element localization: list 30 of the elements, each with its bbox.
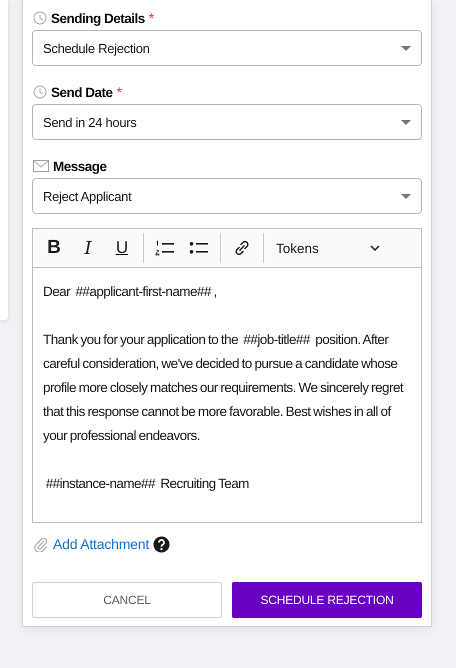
select-field[interactable]: Schedule Rejection bbox=[32, 30, 422, 66]
numbered-list-icon bbox=[155, 240, 175, 256]
required-mark: * bbox=[148, 10, 154, 26]
add-attachment-link[interactable]: Add Attachment bbox=[53, 536, 150, 552]
cancel-button[interactable]: CANCEL bbox=[32, 582, 222, 618]
message-paragraph: ##instance-name## Recruiting Team bbox=[44, 475, 250, 493]
chevron-icon bbox=[370, 245, 380, 251]
clock-icon bbox=[33, 11, 47, 25]
clock-icon bbox=[33, 85, 47, 99]
caret-icon bbox=[401, 194, 411, 198]
message-paragraph: Dear ##applicant-first-name## , bbox=[43, 283, 218, 301]
bullet-list-icon bbox=[189, 240, 209, 256]
help-icon[interactable] bbox=[153, 536, 170, 552]
paperclip-icon bbox=[33, 536, 49, 552]
italic-button[interactable]: I bbox=[71, 233, 105, 263]
field-label: Message bbox=[53, 158, 107, 174]
field-label: Send Date bbox=[51, 84, 113, 100]
schedule-rejection-button[interactable]: SCHEDULE REJECTION bbox=[232, 582, 422, 618]
bold-button[interactable]: B bbox=[37, 233, 71, 263]
message-paragraph: Thank you for your application to the ##job-title## position. After careful consideration, we've decided to pursue a candidate whose profile more closely matches our requirements. We sincerely regret that this response cannot be more favorable. Best wishes in all of your professional endeavors. bbox=[43, 331, 404, 445]
caret-icon bbox=[401, 120, 411, 124]
caret-icon bbox=[401, 46, 411, 50]
select-field[interactable]: Send in 24 hours bbox=[32, 104, 422, 140]
underline-button[interactable]: U bbox=[105, 233, 139, 263]
select-field[interactable]: Reject Applicant bbox=[32, 178, 422, 214]
field-label: Sending Details bbox=[51, 10, 145, 26]
link-icon bbox=[234, 240, 250, 256]
required-mark: * bbox=[116, 84, 122, 100]
tokens-dropdown[interactable]: Tokens bbox=[268, 233, 388, 263]
envelope-icon bbox=[33, 160, 49, 172]
